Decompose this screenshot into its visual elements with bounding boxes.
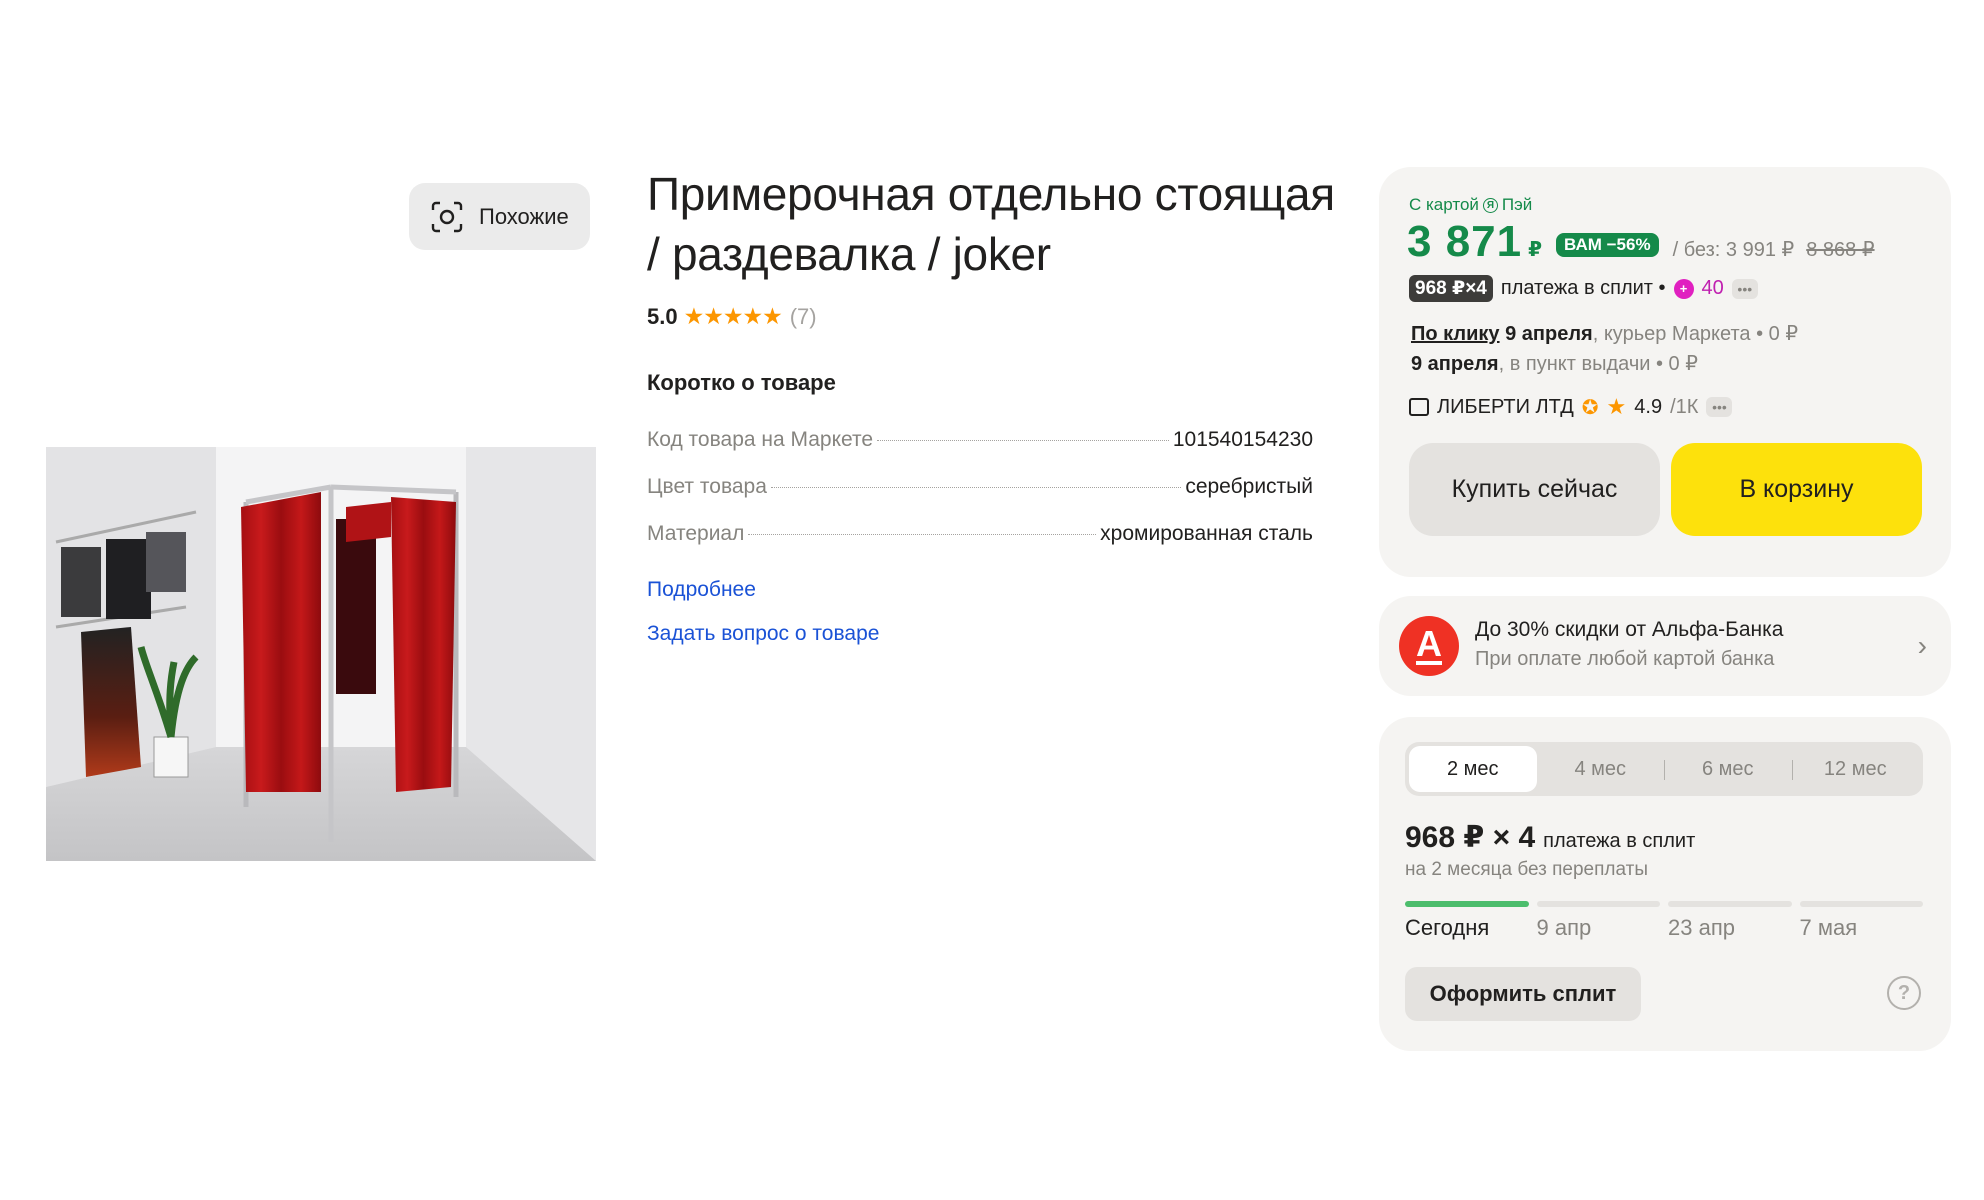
split-amount-text: платежа в сплит: [1543, 830, 1696, 852]
payment-bar: [1668, 901, 1792, 907]
spec-dots: [877, 440, 1169, 441]
current-price: 3 871: [1407, 217, 1523, 266]
similar-button[interactable]: Похожие: [409, 183, 590, 250]
plus-points-icon: +: [1673, 278, 1694, 299]
seller-more-icon[interactable]: •••: [1706, 397, 1733, 417]
spec-value: серебристый: [1185, 475, 1313, 498]
currency-sign: ₽: [1528, 239, 1543, 261]
product-image[interactable]: [46, 447, 596, 861]
spec-row: Материал хромированная сталь: [647, 522, 1313, 569]
buy-box: С картой Я Пэй 3 871 ₽ ВАМ −56% / без: 3…: [1379, 167, 1951, 577]
old-price: 8 868 ₽: [1806, 239, 1875, 261]
seller-rating: 4.9: [1634, 395, 1663, 418]
alfa-logo-letter: А: [1416, 623, 1442, 665]
split-note: на 2 месяца без переплаты: [1405, 859, 1649, 880]
payment-bar: [1799, 901, 1923, 907]
payment-bar: [1405, 901, 1529, 907]
spec-value: хромированная сталь: [1100, 522, 1313, 545]
verified-badge-icon: ✪: [1581, 396, 1599, 419]
delivery-pickup-date: 9 апреля: [1411, 353, 1499, 375]
delivery-courier: По клику 9 апреля, курьер Маркета • 0 ₽: [1411, 319, 1798, 349]
camera-search-icon: [431, 201, 463, 232]
tab-6-months[interactable]: 6 мес: [1664, 746, 1792, 792]
rating-score: 5.0: [647, 303, 678, 329]
similar-label: Похожие: [479, 203, 569, 229]
spec-key: Материал: [647, 522, 745, 545]
split-summary[interactable]: 968 ₽×4 платежа в сплит • + 40 •••: [1409, 275, 1758, 302]
checkout-split-button[interactable]: Оформить сплит: [1405, 967, 1641, 1021]
delivery-courier-date: 9 апреля: [1505, 323, 1593, 345]
rating-stars-icon: ★★★★★: [683, 303, 783, 329]
delivery-info: По клику 9 апреля, курьер Маркета • 0 ₽ …: [1411, 319, 1798, 379]
payment-date: 9 апр: [1536, 915, 1592, 940]
split-progress: [1405, 901, 1923, 907]
ask-question-link[interactable]: Задать вопрос о товаре: [647, 622, 879, 646]
price-without-card: / без: 3 991 ₽: [1672, 239, 1795, 261]
spec-dots: [770, 487, 1182, 488]
shop-icon: [1409, 398, 1429, 416]
help-icon[interactable]: ?: [1887, 976, 1921, 1010]
split-amount-value: 968 ₽ × 4: [1405, 821, 1536, 854]
card-label-text: С картой: [1409, 195, 1479, 214]
payment-date: Сегодня: [1405, 915, 1490, 940]
fitting-room-illustration: [46, 447, 596, 861]
spec-row: Цвет товара серебристый: [647, 475, 1313, 522]
split-amount: 968 ₽ × 4 платежа в сплит: [1405, 820, 1695, 855]
discount-badge: ВАМ −56%: [1556, 233, 1659, 257]
seller-name[interactable]: ЛИБЕРТИ ЛТД: [1437, 396, 1574, 419]
tab-12-months[interactable]: 12 мес: [1791, 746, 1920, 792]
summary-title: Коротко о товаре: [647, 370, 836, 395]
star-icon: ★: [1606, 394, 1627, 419]
tab-2-months[interactable]: 2 мес: [1409, 746, 1537, 792]
spec-dots: [748, 534, 1097, 535]
delivery-pickup: 9 апреля, в пункт выдачи • 0 ₽: [1411, 349, 1798, 379]
split-widget: 2 мес 4 мес 6 мес 12 мес 968 ₽ × 4 плате…: [1379, 717, 1951, 1051]
alfa-promo-banner[interactable]: А До 30% скидки от Альфа-Банка При оплат…: [1379, 596, 1951, 696]
delivery-pickup-rest: , в пункт выдачи • 0 ₽: [1498, 353, 1698, 375]
add-to-cart-button[interactable]: В корзину: [1671, 443, 1922, 536]
more-options-icon[interactable]: •••: [1731, 278, 1758, 299]
buy-now-button[interactable]: Купить сейчас: [1409, 443, 1660, 536]
delivery-courier-rest: , курьер Маркета • 0 ₽: [1592, 323, 1799, 345]
spec-key: Цвет товара: [647, 475, 767, 498]
promo-subtitle: При оплате любой картой банка: [1475, 648, 1775, 670]
more-details-link[interactable]: Подробнее: [647, 578, 756, 602]
payment-date: 7 мая: [1799, 915, 1858, 940]
product-rating[interactable]: 5.0 ★★★★★ (7): [647, 303, 817, 330]
spec-row: Код товара на Маркете 101540154230: [647, 428, 1313, 475]
promo-title: До 30% скидки от Альфа-Банка: [1475, 618, 1784, 641]
seller-info[interactable]: ЛИБЕРТИ ЛТД ✪ ★ 4.9/1К •••: [1409, 394, 1733, 420]
card-brand-text: Пэй: [1501, 195, 1533, 214]
alfa-bank-logo: А: [1399, 616, 1459, 676]
seller-reviews: /1К: [1670, 395, 1699, 418]
product-title: Примерочная отдельно стоящая / раздевалк…: [647, 168, 1335, 280]
chevron-right-icon: ›: [1917, 630, 1927, 661]
payment-dates: Сегодня 9 апр 23 апр 7 мая: [1405, 915, 1923, 941]
spec-value: 101540154230: [1172, 428, 1313, 451]
ya-pay-icon: Я: [1482, 197, 1498, 213]
payment-bar: [1536, 901, 1660, 907]
payment-date: 23 апр: [1668, 915, 1735, 940]
rating-count[interactable]: (7): [790, 304, 817, 330]
card-price-label[interactable]: С картой Я Пэй: [1409, 195, 1532, 215]
spec-list: Код товара на Маркете 101540154230 Цвет …: [647, 428, 1313, 569]
spec-key: Код товара на Маркете: [647, 428, 874, 451]
delivery-click-link[interactable]: По клику: [1411, 323, 1500, 345]
plus-points: 40: [1701, 277, 1724, 299]
tab-4-months[interactable]: 4 мес: [1537, 746, 1665, 792]
split-badge: 968 ₽×4: [1409, 275, 1493, 302]
price-row: 3 871 ₽ ВАМ −56% / без: 3 991 ₽ 8 868 ₽: [1407, 217, 1875, 267]
split-text: платежа в сплит •: [1500, 277, 1666, 299]
split-period-tabs: 2 мес 4 мес 6 мес 12 мес: [1405, 742, 1923, 796]
